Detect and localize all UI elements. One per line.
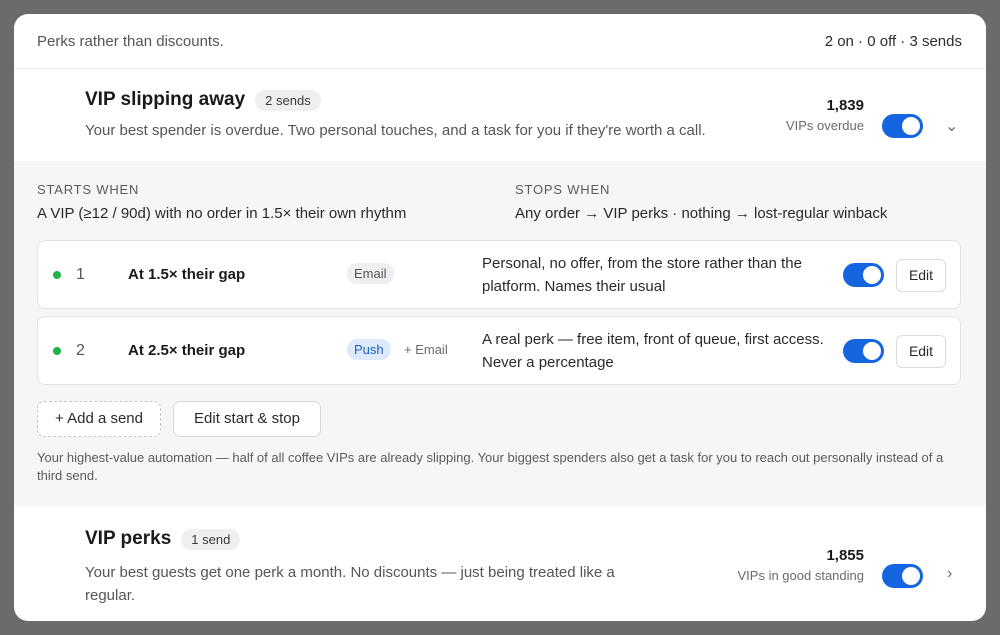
automation-vip-slipping-away[interactable]: VIP slipping away 2 sends Your best spen… bbox=[14, 70, 986, 161]
toggle-knob bbox=[863, 342, 881, 360]
status-dot bbox=[53, 347, 61, 355]
edit-step-button[interactable]: Edit bbox=[896, 335, 946, 368]
toggle-knob bbox=[863, 266, 881, 284]
step-copy: Personal, no offer, from the store rathe… bbox=[482, 255, 802, 295]
send-step[interactable]: 1 At 1.5× their gap Email Personal, no o… bbox=[37, 240, 961, 309]
channel-chip: Push bbox=[347, 339, 391, 360]
status-dot bbox=[53, 271, 61, 279]
chevron-right-icon[interactable]: › bbox=[947, 565, 952, 583]
automation-stat: 1,855 VIPs in good standing bbox=[738, 547, 864, 583]
toggle-knob bbox=[902, 567, 920, 585]
chevron-down-icon[interactable]: ⌄ bbox=[945, 116, 958, 136]
starts-when-text: A VIP (≥12 / 90d) with no order in 1.5× … bbox=[37, 205, 407, 222]
automation-toggle[interactable] bbox=[882, 114, 923, 138]
edit-start-stop-button[interactable]: Edit start & stop bbox=[173, 401, 321, 437]
step-index: 1 bbox=[76, 266, 85, 283]
automation-title: VIP slipping away bbox=[85, 89, 246, 110]
header-counts: 2 on · 0 off · 3 sends bbox=[824, 32, 962, 50]
send-step[interactable]: 2 At 2.5× their gap Push + Email A real … bbox=[37, 316, 961, 385]
automation-details: STARTS WHEN A VIP (≥12 / 90d) with no or… bbox=[14, 161, 986, 506]
automation-description: Your best spender is overdue. Two person… bbox=[85, 122, 706, 139]
automation-description: Your best guests get one perk a month. N… bbox=[85, 564, 615, 604]
automations-card: Perks rather than discounts. 2 on · 0 of… bbox=[14, 14, 986, 621]
automation-vip-perks[interactable]: VIP perks 1 send Your best guests get on… bbox=[14, 506, 986, 621]
step-toggle[interactable] bbox=[843, 263, 884, 287]
edit-step-button[interactable]: Edit bbox=[896, 259, 946, 292]
step-toggle[interactable] bbox=[843, 339, 884, 363]
extra-channel: + Email bbox=[404, 342, 448, 357]
stat-value: 1,855 bbox=[826, 547, 864, 564]
stat-value: 1,839 bbox=[826, 97, 864, 114]
step-copy: A real perk — free item, front of queue,… bbox=[482, 331, 824, 371]
header-note: Perks rather than discounts. bbox=[37, 32, 224, 50]
sends-badge: 1 send bbox=[181, 528, 241, 550]
starts-when-label: STARTS WHEN bbox=[37, 182, 140, 197]
step-index: 2 bbox=[76, 342, 85, 359]
automation-stat: 1,839 VIPs overdue bbox=[786, 97, 864, 133]
automations-header: Perks rather than discounts. 2 on · 0 of… bbox=[14, 14, 986, 69]
stops-when-text: Any order → VIP perks · nothing → lost-r… bbox=[515, 205, 888, 222]
stat-label: VIPs overdue bbox=[785, 118, 864, 133]
step-timing: At 1.5× their gap bbox=[128, 266, 246, 283]
channel-chip: Email bbox=[347, 263, 394, 284]
stops-when-label: STOPS WHEN bbox=[515, 182, 611, 197]
automation-toggle[interactable] bbox=[882, 564, 923, 588]
stat-label: VIPs in good standing bbox=[737, 568, 864, 583]
add-send-button[interactable]: + Add a send bbox=[37, 401, 161, 437]
automation-footnote: Your highest-value automation — half of … bbox=[37, 450, 944, 483]
automation-title: VIP perks bbox=[85, 528, 172, 549]
sends-badge: 2 sends bbox=[255, 89, 321, 111]
step-timing: At 2.5× their gap bbox=[128, 342, 246, 359]
toggle-knob bbox=[902, 117, 920, 135]
